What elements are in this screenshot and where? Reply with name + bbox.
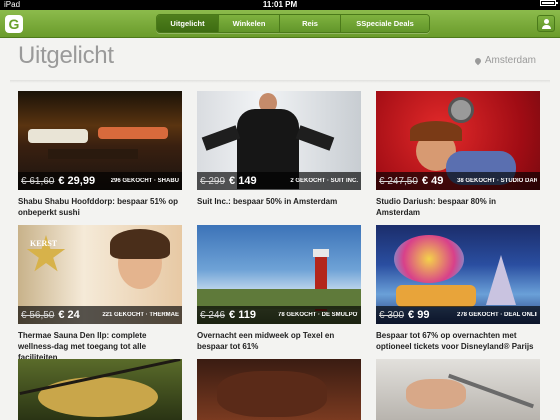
deal-card[interactable] <box>18 359 182 420</box>
deal-image: € 246 € 119 78 GEKOCHT · DE SMULPOT <box>197 225 361 324</box>
tab-winkelen[interactable]: Winkelen <box>219 15 280 32</box>
sold-count: 221 GEKOCHT · THERMAE <box>102 312 179 318</box>
deal-image <box>18 359 182 420</box>
deal-card[interactable]: € 300 € 99 278 GEKOCHT · DEAL ONLINE Bes… <box>376 225 540 352</box>
deal-card[interactable]: € 299 € 149 2 GEKOCHT · SUIT INC. Suit I… <box>197 91 361 207</box>
old-price: € 299 <box>200 175 226 187</box>
new-price: € 119 <box>229 309 256 321</box>
top-nav: G Uitgelicht Winkelen Reis SSpeciale Dea… <box>0 10 560 38</box>
deal-image <box>197 359 361 420</box>
location-label: Amsterdam <box>484 55 536 66</box>
deal-title: Shabu Shabu Hoofddorp: bespaar 51% op on… <box>18 197 179 217</box>
groupon-logo[interactable]: G <box>5 15 23 33</box>
status-bar: iPad 11:01 PM <box>0 0 560 10</box>
old-price: € 61,60 <box>21 175 55 187</box>
old-price: € 246 <box>200 309 226 321</box>
price-bar: € 299 € 149 2 GEKOCHT · SUIT INC. <box>197 172 361 190</box>
deal-title: Suit Inc.: bespaar 50% in Amsterdam <box>197 197 338 206</box>
page-title: Uitgelicht <box>18 42 114 69</box>
deal-title: Bespaar tot 67% op overnachten met optio… <box>376 331 534 351</box>
location-pin-icon <box>473 56 483 65</box>
deal-title: Studio Dariush: bespaar 80% in Amsterdam <box>376 197 497 217</box>
deal-image: KERST € 56,50 € 24 221 GEKOCHT · THERMAE <box>18 225 182 324</box>
price-bar: € 247,50 € 49 38 GEKOCHT · STUDIO DAR <box>376 172 540 190</box>
price-bar: € 246 € 119 78 GEKOCHT · DE SMULPOT <box>197 306 361 324</box>
price-bar: € 300 € 99 278 GEKOCHT · DEAL ONLINE <box>376 306 540 324</box>
sold-count: 2 GEKOCHT · SUIT INC. <box>290 178 358 184</box>
sold-count: 278 GEKOCHT · DEAL ONLINE <box>457 312 537 318</box>
deal-image: € 300 € 99 278 GEKOCHT · DEAL ONLINE <box>376 225 540 324</box>
new-price: € 49 <box>421 175 444 187</box>
new-price: € 24 <box>58 309 80 321</box>
deal-card[interactable]: € 61,60 € 29,99 296 GEKOCHT · SHABU Shab… <box>18 91 182 218</box>
deal-image: € 61,60 € 29,99 296 GEKOCHT · SHABU <box>18 91 182 190</box>
deal-image: € 299 € 149 2 GEKOCHT · SUIT INC. <box>197 91 361 190</box>
deal-card[interactable] <box>376 359 540 420</box>
deal-card[interactable]: € 247,50 € 49 38 GEKOCHT · STUDIO DAR St… <box>376 91 540 218</box>
location-selector[interactable]: Amsterdam <box>473 55 536 66</box>
clock: 11:01 PM <box>262 0 298 9</box>
category-tabs: Uitgelicht Winkelen Reis SSpeciale Deals <box>156 14 430 33</box>
price-bar: € 56,50 € 24 221 GEKOCHT · THERMAE <box>18 306 182 324</box>
deal-card[interactable]: KERST € 56,50 € 24 221 GEKOCHT · THERMAE… <box>18 225 182 363</box>
old-price: € 247,50 <box>379 175 418 187</box>
new-price: € 149 <box>229 175 257 187</box>
deal-card[interactable] <box>197 359 361 420</box>
new-price: € 29,99 <box>58 175 96 187</box>
header-divider <box>10 80 550 83</box>
sold-count: 38 GEKOCHT · STUDIO DAR <box>457 178 537 184</box>
price-bar: € 61,60 € 29,99 296 GEKOCHT · SHABU <box>18 172 182 190</box>
deal-image <box>376 359 540 420</box>
sold-count: 296 GEKOCHT · SHABU <box>110 178 179 184</box>
badge-label: KERST <box>30 239 58 248</box>
tab-reis[interactable]: Reis <box>280 15 341 32</box>
deal-card[interactable]: € 246 € 119 78 GEKOCHT · DE SMULPOT Over… <box>197 225 361 352</box>
old-price: € 56,50 <box>21 309 55 321</box>
new-price: € 99 <box>408 309 430 321</box>
deal-image: € 247,50 € 49 38 GEKOCHT · STUDIO DAR <box>376 91 540 190</box>
deal-title: Overnacht een midweek op Texel en bespaa… <box>197 331 335 351</box>
sold-count: 78 GEKOCHT · DE SMULPOT <box>278 312 358 318</box>
tab-speciale-deals[interactable]: SSpeciale Deals <box>341 15 429 32</box>
profile-button[interactable] <box>537 15 555 32</box>
tab-uitgelicht[interactable]: Uitgelicht <box>157 15 219 32</box>
battery-icon <box>540 0 558 6</box>
old-price: € 300 <box>379 309 405 321</box>
